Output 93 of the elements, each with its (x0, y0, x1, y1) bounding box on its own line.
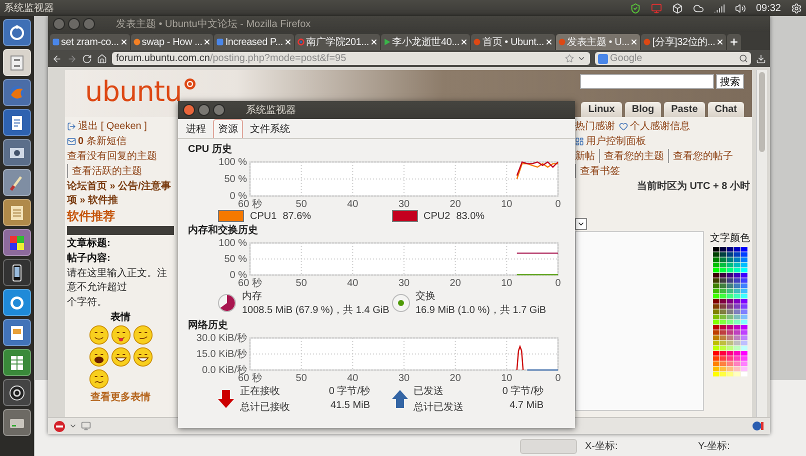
hint-text: 请在这里输入正文。注意不允许超过 (67, 266, 168, 294)
axis-label: 0 (555, 373, 561, 383)
axis-label: 60 秒 (238, 373, 262, 383)
legend-value: 4.7 MiB (508, 400, 544, 413)
axis-label: 10 (501, 278, 512, 288)
legend-value: 87.6% (282, 210, 312, 222)
view-link[interactable]: 查看您的主题 (599, 149, 664, 163)
axis-label: 50 % (224, 174, 247, 185)
browser-tab[interactable]: 李小龙逝世40... (381, 34, 470, 50)
window-title: 系统监视器 (246, 104, 296, 117)
x-coordinate-label: X-坐标: (585, 440, 619, 453)
browser-tab[interactable]: [分享]32位的... (641, 34, 726, 50)
user-link[interactable]: 0 条新短信 (67, 134, 174, 148)
legend-value: 41.5 MiB (330, 400, 370, 413)
hint-text: 个字符。 (67, 296, 108, 309)
legend-label: CPU2 (424, 210, 450, 222)
view-link[interactable]: 查看活跃的主题 (67, 164, 142, 178)
timezone-text: 当前时区为 UTC + 8 小时 (636, 180, 750, 193)
axis-label: 40 (347, 199, 358, 209)
section-heading: 网络历史 (188, 318, 229, 332)
user-link[interactable]: 用户控制面板 (575, 134, 646, 148)
axis-label: 20 (450, 278, 461, 288)
axis-label: 0 (555, 278, 561, 288)
content-label: 帖子内容: (67, 251, 112, 265)
axis-label: 100 % (218, 238, 247, 249)
more-smilies-link[interactable]: 查看更多表情 (67, 390, 174, 404)
section-heading: 内存和交换历史 (188, 223, 259, 237)
legend-value: 83.0% (456, 210, 485, 222)
panel-app-title: 系统监视器 (4, 2, 55, 15)
axis-label: 0.0 KiB/秒 (202, 365, 247, 376)
axis-label: 40 (347, 278, 358, 288)
user-link[interactable]: 热门感谢 (575, 119, 615, 133)
address-bar[interactable]: forum.ubuntu.com.cn/posting.php?mode=post&f=95 (112, 52, 590, 65)
browser-tab[interactable]: 首页 • Ubunt... (471, 34, 555, 50)
text-color-label: 文字颜色 (710, 232, 750, 245)
browser-tab[interactable]: set zram-co... (50, 34, 130, 50)
logo-text[interactable]: ubuntu (85, 78, 182, 106)
legend-value: 0 字节/秒 (501, 384, 544, 398)
axis-label: 10 (501, 199, 512, 209)
nav-tab[interactable]: Paste (664, 102, 705, 117)
subject-label: 文章标题: (67, 236, 112, 250)
browser-tab[interactable]: 发表主题 • U... (556, 34, 640, 50)
axis-label: 20 (450, 373, 461, 383)
monitor-tab[interactable]: 资源 (213, 119, 243, 138)
axis-label: 10 (501, 373, 512, 383)
view-link[interactable]: 查看您的帖子 (668, 149, 733, 163)
legend-label: CPU1 (250, 210, 277, 222)
axis-label: 30.0 KiB/秒 (196, 333, 247, 344)
view-link[interactable]: 查看没有回复的主题 (67, 149, 157, 163)
user-link[interactable]: 退出 [ Qeeken ] (67, 119, 174, 133)
legend-value: 16.9 MiB (1.0 %)，共 1.7 GiB (416, 304, 546, 317)
user-link[interactable]: 个人感谢信息 (619, 119, 690, 133)
legend-label: 已发送 (414, 385, 444, 398)
legend-value: 0 字节/秒 (328, 384, 370, 398)
legend-label: 正在接收 (240, 384, 281, 398)
page-heading: 软件推荐 (67, 208, 116, 225)
browser-tab[interactable]: 南广学院201... (294, 34, 380, 50)
nav-tab[interactable]: Chat (708, 102, 744, 117)
search-button[interactable]: 搜索 (716, 74, 744, 89)
monitor-tab[interactable]: 进程 (181, 119, 211, 138)
y-coordinate-label: Y-坐标: (698, 440, 731, 453)
axis-label: 50 (296, 373, 307, 383)
axis-label: 20 (450, 199, 461, 209)
axis-label: 50 (296, 199, 307, 209)
axis-label: 100 % (218, 157, 247, 168)
search-input[interactable]: Google (610, 53, 737, 64)
axis-label: 30 (398, 373, 410, 383)
legend-label: 总计已发送 (414, 400, 464, 414)
legend-label: 总计已接收 (240, 400, 291, 414)
window-title: 发表主题 • Ubuntu中文论坛 - Mozilla Firefox (116, 18, 311, 31)
axis-label: 30 (398, 278, 410, 288)
search-field[interactable]: Google (595, 52, 751, 65)
axis-label: 30 (398, 199, 410, 209)
clock[interactable]: 09:32 (756, 2, 781, 14)
axis-label: 0 (555, 199, 561, 209)
monitor-tab[interactable]: 文件系统 (245, 119, 295, 138)
smilies-heading: 表情 (110, 310, 132, 324)
browser-tab[interactable]: swap - How ... (130, 34, 214, 50)
view-link[interactable]: 新帖 (575, 149, 595, 163)
axis-label: 40 (347, 373, 358, 383)
axis-label: 60 秒 (238, 278, 262, 288)
browser-tab[interactable]: Increased P... (214, 34, 294, 50)
legend-value: 1008.5 MiB (67.9 %)，共 1.4 GiB (242, 304, 390, 317)
section-heading: CPU 历史 (188, 142, 233, 156)
legend-label: 交换 (416, 290, 436, 303)
axis-label: 60 秒 (238, 199, 262, 209)
breadcrumb[interactable]: 论坛首页 » 公告/注意事项 » 软件推 (67, 179, 174, 207)
nav-tab[interactable]: Blog (624, 102, 662, 117)
axis-label: 50 % (224, 254, 247, 265)
nav-tab[interactable]: Linux (581, 102, 622, 117)
axis-label: 15.0 KiB/秒 (196, 349, 247, 360)
axis-label: 50 (296, 278, 307, 288)
legend-label: 内存 (242, 290, 263, 303)
